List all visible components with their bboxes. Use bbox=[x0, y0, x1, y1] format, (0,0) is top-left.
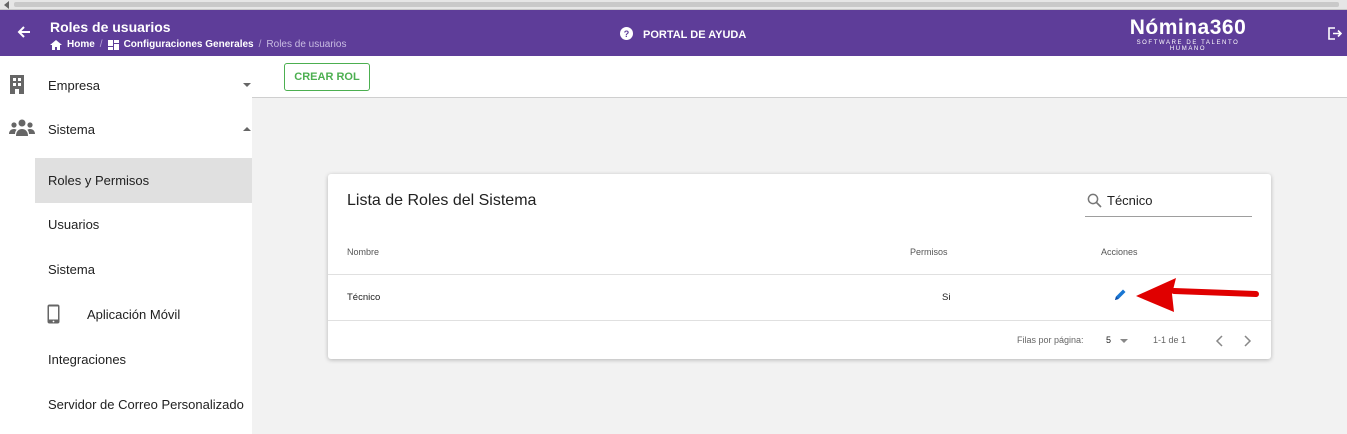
sidebar-subitem-integraciones[interactable]: Integraciones bbox=[35, 337, 252, 382]
sidebar-subitem-usuarios[interactable]: Usuarios bbox=[35, 202, 252, 247]
back-arrow-icon[interactable] bbox=[16, 24, 32, 42]
svg-text:?: ? bbox=[624, 29, 630, 39]
rows-per-page-select[interactable]: 5 bbox=[1106, 335, 1111, 345]
group-icon bbox=[9, 119, 35, 139]
page-title: Roles de usuarios bbox=[50, 19, 171, 35]
breadcrumb-home[interactable]: Home bbox=[67, 39, 95, 50]
help-icon: ? bbox=[620, 27, 633, 43]
building-icon bbox=[9, 75, 25, 97]
sidebar-subitem-correo[interactable]: Servidor de Correo Personalizado bbox=[35, 382, 252, 427]
breadcrumb-config[interactable]: Configuraciones Generales bbox=[124, 39, 254, 50]
card-title: Lista de Roles del Sistema bbox=[347, 192, 537, 209]
breadcrumb: Home / Configuraciones Generales / Roles… bbox=[50, 39, 346, 50]
sidebar-subitem-roles[interactable]: Roles y Permisos bbox=[35, 158, 252, 203]
red-arrow-icon bbox=[1134, 276, 1260, 321]
prev-page-icon[interactable] bbox=[1215, 334, 1225, 352]
sidebar-subitem-app-movil[interactable]: Aplicación Móvil bbox=[35, 292, 252, 337]
breadcrumb-current: Roles de usuarios bbox=[266, 39, 347, 50]
search-input[interactable] bbox=[1107, 193, 1247, 208]
sidebar: Empresa Sistema Roles y Permisos Usuario… bbox=[0, 56, 252, 434]
chevron-up-icon bbox=[243, 127, 251, 131]
home-icon bbox=[50, 39, 62, 50]
content-toolbar: CREAR ROL bbox=[252, 56, 1347, 98]
chevron-down-icon bbox=[243, 83, 251, 87]
sidebar-item-label: Empresa bbox=[48, 77, 101, 93]
search-icon bbox=[1087, 193, 1102, 213]
scrollbar-thumb[interactable] bbox=[14, 2, 1339, 7]
sidebar-item-sistema[interactable]: Sistema bbox=[0, 107, 252, 151]
scroll-left-icon[interactable] bbox=[4, 1, 9, 9]
mobile-icon bbox=[47, 304, 60, 327]
help-portal-link[interactable]: ? PORTAL DE AYUDA bbox=[620, 27, 746, 43]
sidebar-subitem-sistema[interactable]: Sistema bbox=[35, 247, 252, 292]
search-field[interactable] bbox=[1085, 190, 1252, 217]
brand-logo: Nómina360 SOFTWARE DE TALENTO HUMANO bbox=[1129, 16, 1247, 53]
cell-nombre: Técnico bbox=[347, 292, 381, 303]
column-header-permisos[interactable]: Permisos bbox=[910, 247, 948, 257]
horizontal-scrollbar[interactable] bbox=[0, 0, 1347, 10]
column-header-acciones: Acciones bbox=[1101, 247, 1138, 257]
logout-icon[interactable] bbox=[1328, 27, 1343, 45]
sidebar-item-empresa[interactable]: Empresa bbox=[0, 63, 252, 107]
app-header: Roles de usuarios Home / Configuraciones… bbox=[0, 10, 1347, 56]
edit-icon[interactable] bbox=[1113, 288, 1127, 307]
roles-card: Lista de Roles del Sistema Nombre Permis… bbox=[328, 174, 1271, 359]
dashboard-icon bbox=[107, 39, 119, 50]
pagination-range: 1-1 de 1 bbox=[1153, 335, 1187, 345]
next-page-icon[interactable] bbox=[1242, 334, 1252, 352]
rows-per-page-label: Filas por página: bbox=[1017, 335, 1084, 345]
create-role-button[interactable]: CREAR ROL bbox=[284, 63, 370, 91]
sidebar-item-label: Sistema bbox=[48, 121, 95, 137]
dropdown-caret-icon[interactable] bbox=[1120, 339, 1128, 343]
cell-permisos: Si bbox=[942, 292, 951, 303]
column-header-nombre[interactable]: Nombre bbox=[347, 247, 379, 257]
help-label: PORTAL DE AYUDA bbox=[643, 29, 747, 41]
